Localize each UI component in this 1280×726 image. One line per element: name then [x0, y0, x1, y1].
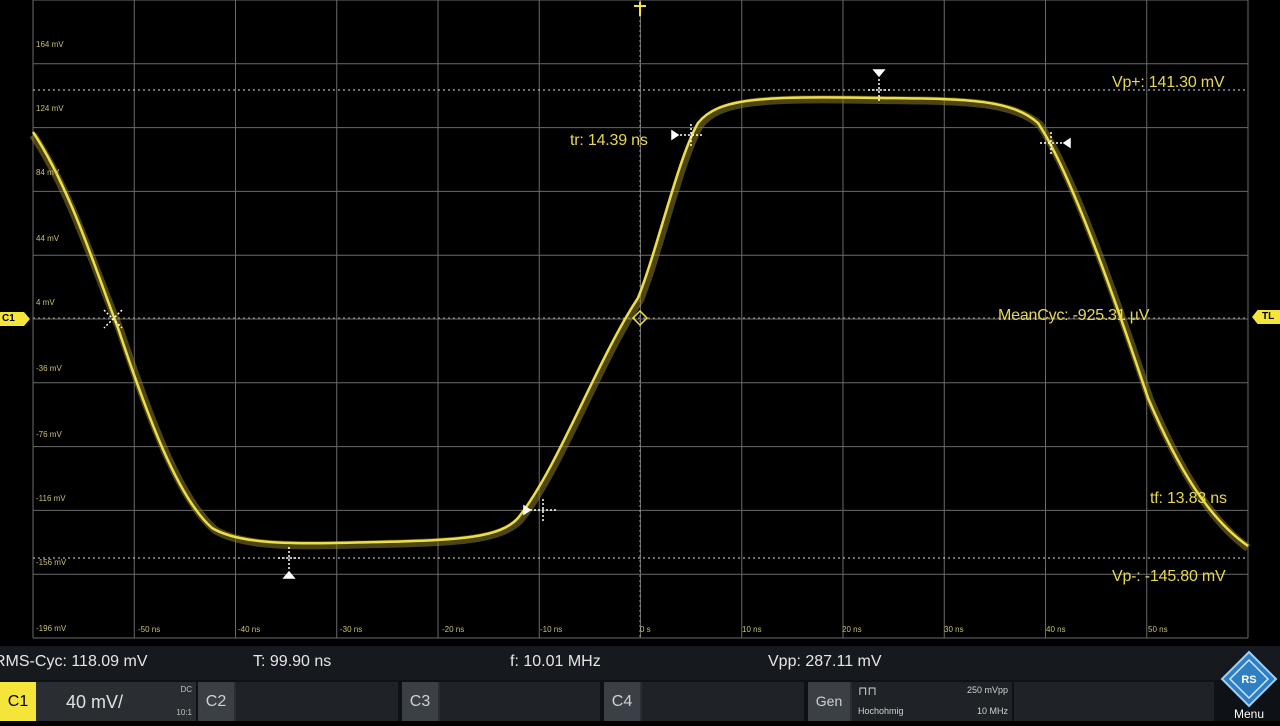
y-axis-tick-label: 84 mV — [36, 168, 60, 177]
generator-amplitude: 250 mVpp — [966, 685, 1008, 695]
x-axis-tick-label: 50 ns — [1148, 625, 1168, 634]
channel1-label: C1 — [0, 682, 36, 721]
x-axis-tick-label: -10 ns — [540, 625, 563, 634]
waveform-display[interactable]: 164 mV 124 mV 84 mV 44 mV 4 mV -36 mV -76 mV -1… — [0, 0, 1280, 640]
empty-tab — [1014, 682, 1214, 721]
x-axis-tick-label: -50 ns — [138, 625, 161, 634]
channel2-label: C2 — [198, 682, 234, 721]
x-axis-tick-label: -40 ns — [238, 625, 261, 634]
square-wave-icon: ⊓⊓ — [858, 684, 877, 698]
y-axis-tick-label: -196 mV — [36, 624, 67, 633]
generator-frequency: 10 MHz — [976, 706, 1008, 716]
x-axis-tick-label: -20 ns — [442, 625, 465, 634]
vpp-value: Vpp: 287.11 mV — [768, 653, 882, 670]
measurement-results-bar: RMS-Cyc: 118.09 mV T: 99.90 ns f: 10.01 … — [0, 646, 1280, 680]
y-axis-tick-label: 4 mV — [36, 298, 55, 307]
y-axis-tick-label: -36 mV — [36, 364, 62, 373]
mean-cycle-label: MeanCyc: -925.31 µV — [998, 307, 1150, 324]
channel1-scale: 40 mV/ — [66, 692, 124, 712]
channel4-label: C4 — [604, 682, 640, 721]
menu-label: Menu — [1233, 707, 1265, 721]
rms-cycle-value: RMS-Cyc: 118.09 mV — [0, 653, 148, 670]
channel1-tab[interactable]: C1 40 mV/ DC 10:1 — [0, 682, 196, 721]
channel1-coupling: DC — [180, 685, 192, 694]
channel1-probe-ratio: 10:1 — [176, 708, 192, 717]
y-axis-tick-label: 164 mV — [36, 40, 64, 49]
x-axis-tick-label: 10 ns — [742, 625, 762, 634]
rise-time-label: tr: 14.39 ns — [570, 132, 648, 149]
channel1-offset-flag[interactable]: C1 — [0, 312, 30, 326]
vp-plus-label: Vp+: 141.30 mV — [1112, 74, 1225, 91]
channel2-tab[interactable]: C2 — [198, 682, 398, 721]
trigger-level-flag[interactable]: TL — [1252, 310, 1280, 324]
x-axis-tick-label: 20 ns — [842, 625, 862, 634]
x-axis-tick-label: 0 s — [640, 625, 651, 634]
svg-text:RS: RS — [1241, 674, 1256, 686]
generator-label: Gen — [808, 682, 850, 721]
channel3-label: C3 — [402, 682, 438, 721]
y-axis-tick-label: 124 mV — [36, 104, 64, 113]
period-value: T: 99.90 ns — [253, 653, 332, 670]
frequency-value: f: 10.01 MHz — [510, 653, 601, 670]
x-axis-tick-label: 30 ns — [944, 625, 964, 634]
x-axis-tick-label: 40 ns — [1046, 625, 1066, 634]
y-axis-tick-label: -76 mV — [36, 430, 62, 439]
vp-minus-label: Vp-: -145.80 mV — [1112, 568, 1226, 585]
y-axis-tick-label: -156 mV — [36, 558, 67, 567]
x-axis-tick-label: -30 ns — [340, 625, 363, 634]
menu-button[interactable]: RS Menu — [1218, 650, 1280, 721]
generator-load: Hochohmig — [858, 706, 904, 716]
channel3-tab[interactable]: C3 — [402, 682, 600, 721]
vp-minus-marker — [278, 547, 300, 579]
channel4-tab[interactable]: C4 — [604, 682, 804, 721]
y-axis-tick-label: -116 mV — [36, 494, 66, 503]
generator-tab[interactable]: Gen ⊓⊓ 250 mVpp Hochohmig 10 MHz — [808, 682, 1012, 721]
trigger-position-marker — [634, 2, 646, 16]
fall-time-label: tf: 13.83 ns — [1150, 490, 1227, 507]
y-axis-tick-label: 44 mV — [36, 234, 60, 243]
